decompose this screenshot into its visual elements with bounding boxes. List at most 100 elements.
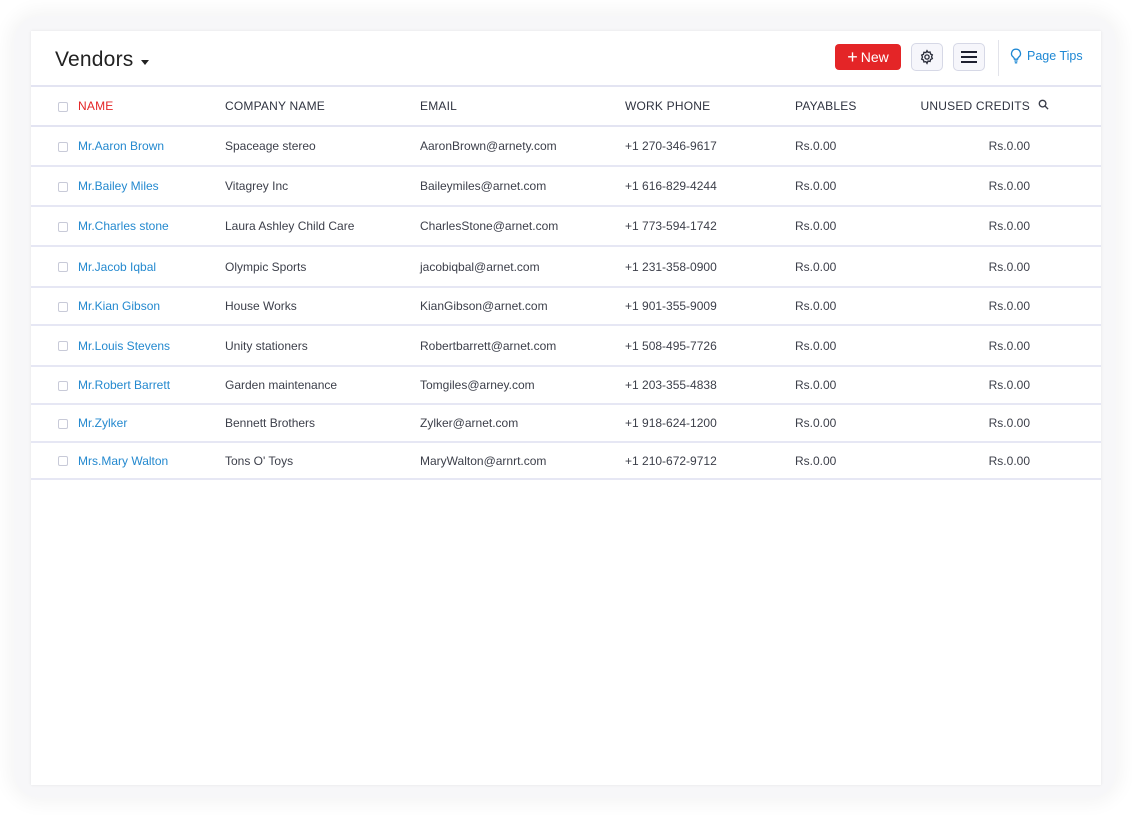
company-name-cell: Spaceage stereo	[225, 126, 420, 167]
email-cell: CharlesStone@arnet.com	[420, 206, 625, 247]
column-header-email[interactable]: EMAIL	[420, 87, 625, 127]
row-checkbox[interactable]	[58, 341, 68, 352]
table-row[interactable]: Mr.Jacob Iqbal Olympic Sports jacobiqbal@a…	[31, 246, 1101, 288]
email-cell: Tomgiles@arney.com	[420, 366, 625, 405]
plus-icon: +	[847, 47, 858, 67]
new-vendor-button[interactable]: + New	[835, 44, 901, 70]
settings-button[interactable]	[911, 43, 943, 71]
lightbulb-icon	[1010, 48, 1022, 64]
email-cell: jacobiqbal@arnet.com	[420, 246, 625, 288]
vendors-table-body: Mr.Aaron Brown Spaceage stereo AaronBrown@…	[31, 126, 1101, 480]
column-header-company[interactable]: COMPANY NAME	[225, 87, 420, 127]
work-phone-cell: +1 203-355-4838	[625, 366, 795, 405]
company-name-cell: Olympic Sports	[225, 246, 420, 288]
company-name-cell: House Works	[225, 287, 420, 326]
company-name-cell: Laura Ashley Child Care	[225, 206, 420, 247]
unused-credits-cell: Rs.0.00	[905, 126, 1030, 167]
header-divider	[998, 40, 999, 76]
table-row[interactable]: Mr.Louis Stevens Unity stationers Robertba…	[31, 325, 1101, 367]
table-row[interactable]: Mr.Zylker Bennett Brothers Zylker@arnet.co…	[31, 404, 1101, 443]
vendor-name-link[interactable]: Mrs.Mary Walton	[78, 442, 225, 480]
work-phone-cell: +1 210-672-9712	[625, 442, 795, 480]
work-phone-cell: +1 773-594-1742	[625, 206, 795, 247]
work-phone-cell: +1 616-829-4244	[625, 166, 795, 207]
company-name-cell: Tons O' Toys	[225, 442, 420, 480]
row-checkbox[interactable]	[58, 301, 68, 312]
unused-credits-cell: Rs.0.00	[905, 325, 1030, 367]
column-header-phone[interactable]: WORK PHONE	[625, 87, 795, 127]
page: Vendors + New Page Tips NAME COMPANY NAM…	[0, 0, 1132, 815]
email-cell: Robertbarrett@arnet.com	[420, 325, 625, 367]
vendor-name-link[interactable]: Mr.Louis Stevens	[78, 325, 225, 367]
row-checkbox[interactable]	[58, 418, 68, 429]
payables-cell: Rs.0.00	[795, 126, 905, 167]
row-checkbox[interactable]	[58, 181, 68, 192]
page-tips-label: Page Tips	[1027, 49, 1083, 63]
email-cell: AaronBrown@arnety.com	[420, 126, 625, 167]
payables-cell: Rs.0.00	[795, 166, 905, 207]
column-header-payables[interactable]: PAYABLES	[795, 87, 905, 127]
vendors-panel: Vendors + New Page Tips NAME COMPANY NAM…	[31, 31, 1101, 785]
unused-credits-cell: Rs.0.00	[905, 404, 1030, 443]
payables-cell: Rs.0.00	[795, 287, 905, 326]
more-options-button[interactable]	[953, 43, 985, 71]
table-header-row: NAME COMPANY NAME EMAIL WORK PHONE PAYAB…	[31, 87, 1101, 127]
new-button-label: New	[860, 49, 889, 65]
column-header-name[interactable]: NAME	[78, 87, 225, 127]
company-name-cell: Unity stationers	[225, 325, 420, 367]
email-cell: KianGibson@arnet.com	[420, 287, 625, 326]
vendor-name-link[interactable]: Mr.Kian Gibson	[78, 287, 225, 326]
view-selector[interactable]: Vendors	[55, 48, 150, 72]
row-checkbox[interactable]	[58, 380, 68, 391]
search-icon[interactable]	[1038, 99, 1049, 110]
payables-cell: Rs.0.00	[795, 442, 905, 480]
row-checkbox[interactable]	[58, 456, 68, 467]
table-row[interactable]: Mr.Bailey Miles Vitagrey Inc Baileymiles@a…	[31, 166, 1101, 207]
vendor-name-link[interactable]: Mr.Aaron Brown	[78, 126, 225, 167]
caret-down-icon	[141, 59, 150, 65]
vendor-name-link[interactable]: Mr.Jacob Iqbal	[78, 246, 225, 288]
vendor-name-link[interactable]: Mr.Robert Barrett	[78, 366, 225, 405]
email-cell: Baileymiles@arnet.com	[420, 166, 625, 207]
table-row[interactable]: Mr.Robert Barrett Garden maintenance Tomgi…	[31, 366, 1101, 405]
payables-cell: Rs.0.00	[795, 246, 905, 288]
hamburger-icon	[961, 51, 977, 63]
work-phone-cell: +1 231-358-0900	[625, 246, 795, 288]
row-checkbox[interactable]	[58, 262, 68, 273]
vendor-name-link[interactable]: Mr.Zylker	[78, 404, 225, 443]
work-phone-cell: +1 270-346-9617	[625, 126, 795, 167]
gear-icon	[920, 49, 934, 65]
unused-credits-cell: Rs.0.00	[905, 246, 1030, 288]
vendor-name-link[interactable]: Mr.Bailey Miles	[78, 166, 225, 207]
work-phone-cell: +1 901-355-9009	[625, 287, 795, 326]
table-row[interactable]: Mr.Aaron Brown Spaceage stereo AaronBrown@…	[31, 126, 1101, 167]
page-tips-link[interactable]: Page Tips	[1010, 48, 1083, 64]
unused-credits-cell: Rs.0.00	[905, 366, 1030, 405]
vendor-name-link[interactable]: Mr.Charles stone	[78, 206, 225, 247]
payables-cell: Rs.0.00	[795, 206, 905, 247]
unused-credits-cell: Rs.0.00	[905, 166, 1030, 207]
email-cell: Zylker@arnet.com	[420, 404, 625, 443]
company-name-cell: Bennett Brothers	[225, 404, 420, 443]
column-header-unused-credits[interactable]: UNUSED CREDITS	[905, 87, 1030, 127]
unused-credits-cell: Rs.0.00	[905, 287, 1030, 326]
row-checkbox[interactable]	[58, 141, 68, 152]
work-phone-cell: +1 918-624-1200	[625, 404, 795, 443]
unused-credits-cell: Rs.0.00	[905, 442, 1030, 480]
unused-credits-cell: Rs.0.00	[905, 206, 1030, 247]
table-row[interactable]: Mr.Kian Gibson House Works KianGibson@arne…	[31, 287, 1101, 326]
company-name-cell: Garden maintenance	[225, 366, 420, 405]
vendors-table: NAME COMPANY NAME EMAIL WORK PHONE PAYAB…	[31, 87, 1101, 480]
payables-cell: Rs.0.00	[795, 404, 905, 443]
page-title: Vendors	[55, 48, 134, 71]
panel-header: Vendors + New Page Tips	[31, 31, 1101, 87]
table-row[interactable]: Mrs.Mary Walton Tons O' Toys MaryWalton@ar…	[31, 442, 1101, 480]
company-name-cell: Vitagrey Inc	[225, 166, 420, 207]
email-cell: MaryWalton@arnrt.com	[420, 442, 625, 480]
payables-cell: Rs.0.00	[795, 366, 905, 405]
work-phone-cell: +1 508-495-7726	[625, 325, 795, 367]
select-all-checkbox[interactable]	[58, 101, 68, 112]
table-row[interactable]: Mr.Charles stone Laura Ashley Child Care C…	[31, 206, 1101, 247]
row-checkbox[interactable]	[58, 221, 68, 232]
payables-cell: Rs.0.00	[795, 325, 905, 367]
